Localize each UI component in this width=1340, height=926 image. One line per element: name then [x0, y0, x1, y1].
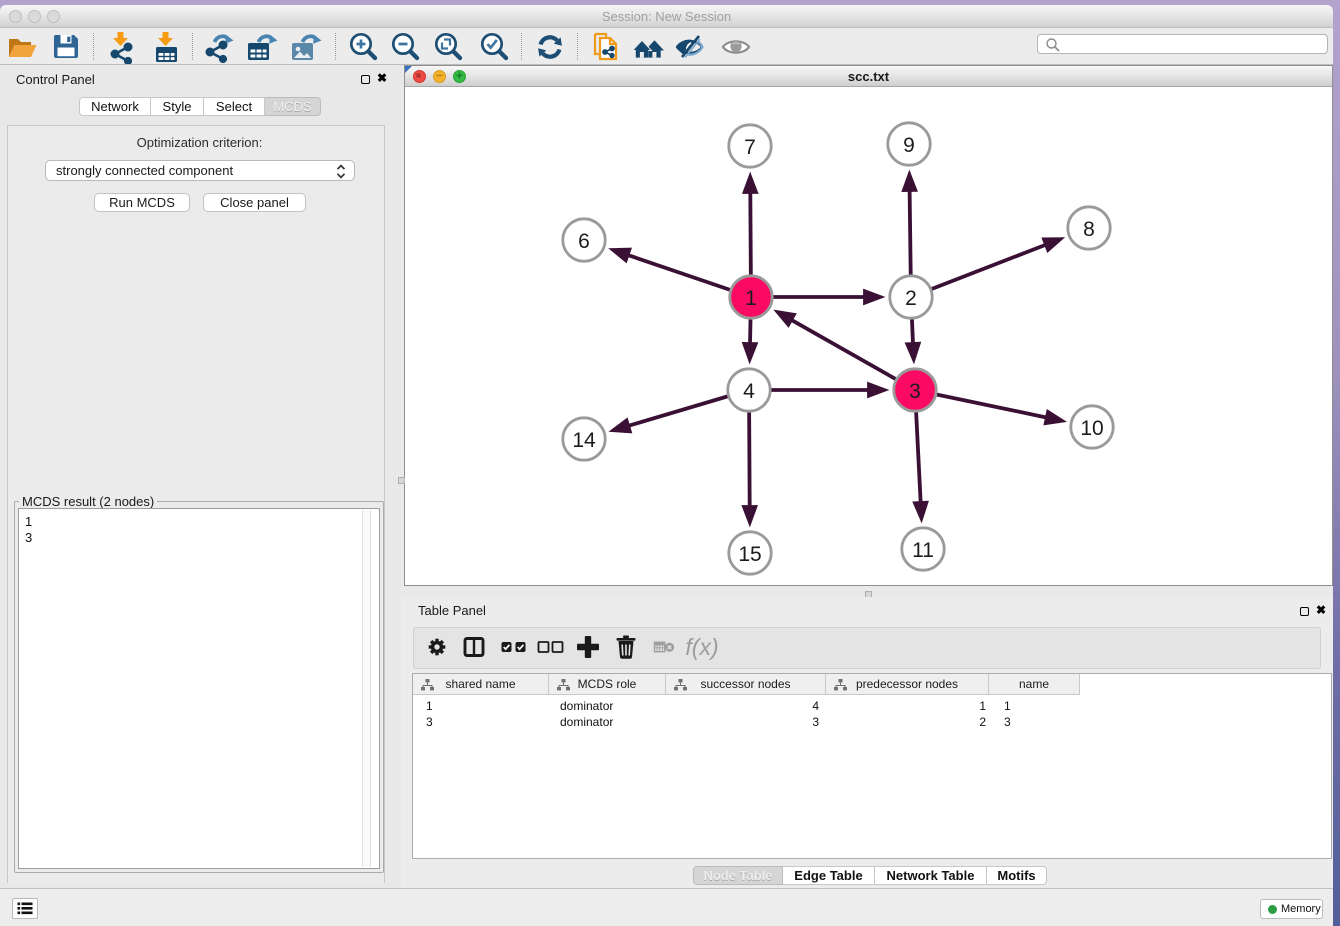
- svg-text:8: 8: [1083, 218, 1095, 241]
- svg-text:11: 11: [912, 539, 934, 562]
- svg-text:3: 3: [909, 380, 921, 403]
- svg-text:2: 2: [905, 287, 917, 310]
- svg-text:7: 7: [744, 136, 756, 159]
- svg-text:15: 15: [738, 543, 761, 566]
- svg-text:14: 14: [572, 429, 596, 452]
- svg-text:6: 6: [578, 230, 590, 253]
- svg-text:4: 4: [743, 380, 755, 403]
- svg-text:f(x): f(x): [685, 634, 718, 660]
- svg-text:10: 10: [1080, 417, 1103, 440]
- svg-text:9: 9: [903, 134, 915, 157]
- svg-text:1: 1: [745, 287, 757, 310]
